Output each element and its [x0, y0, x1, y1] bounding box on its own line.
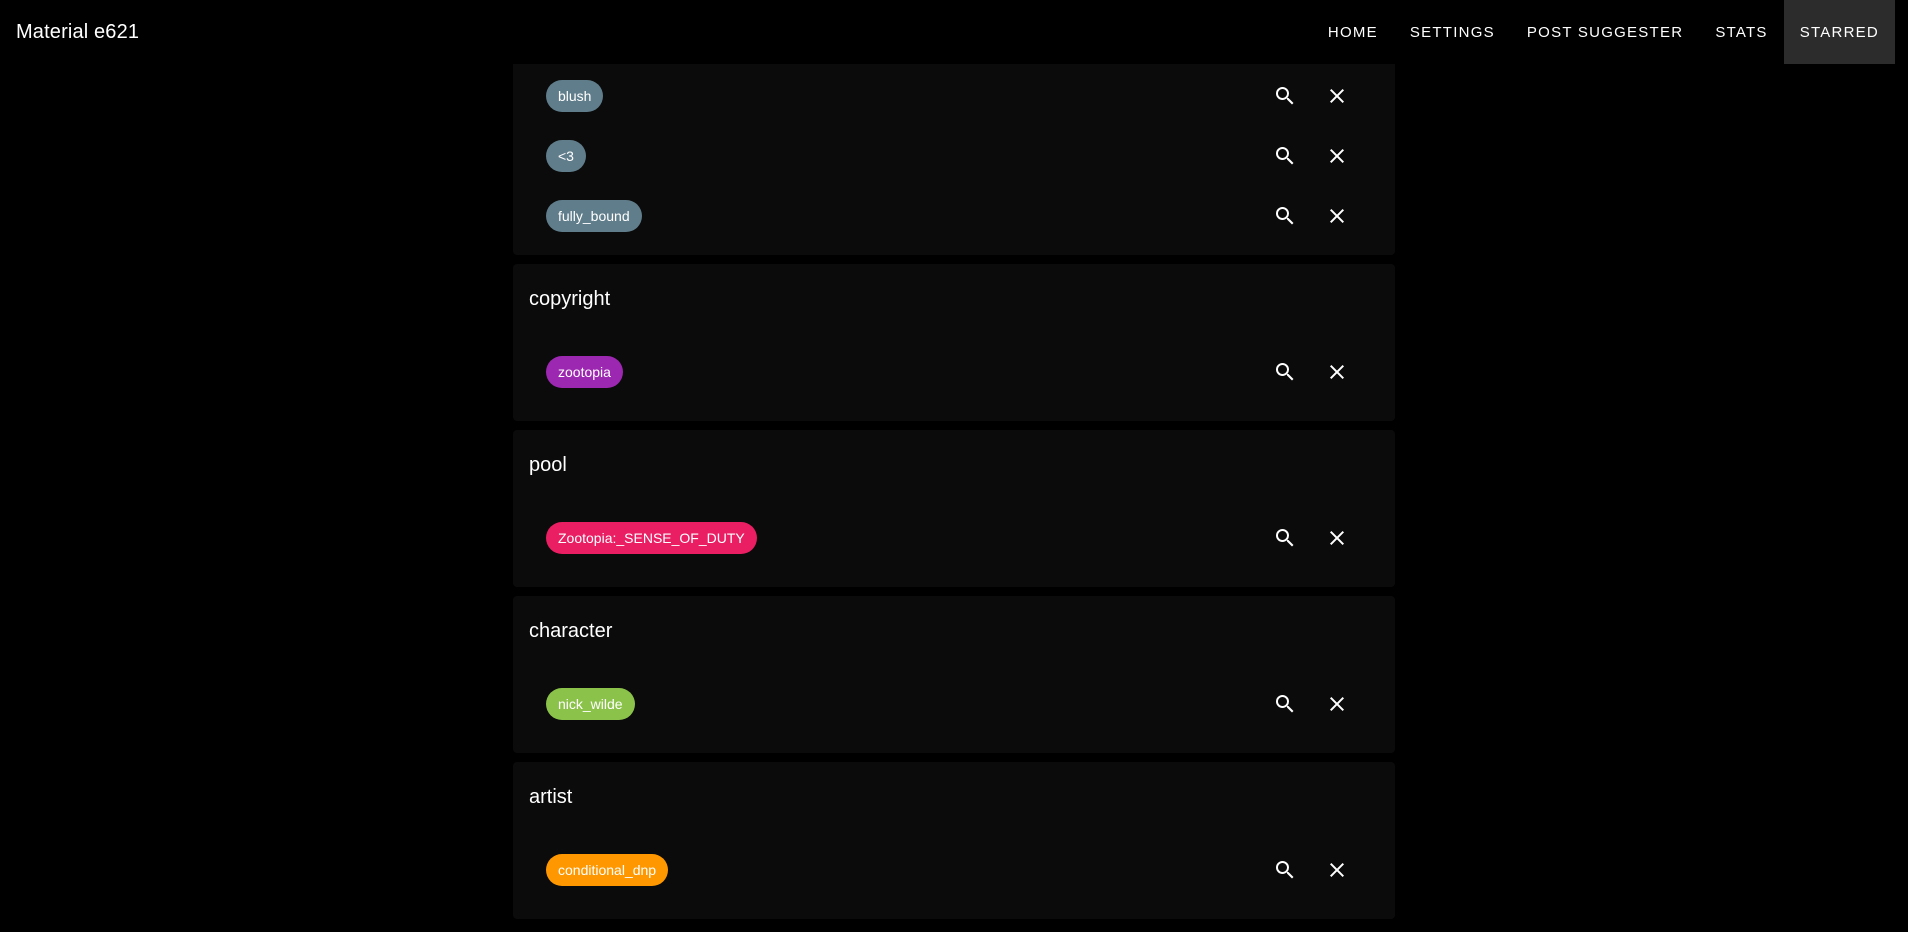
tag-row-zootopia: zootopia [513, 342, 1395, 402]
search-icon [1276, 363, 1294, 381]
tag-row-nick-wilde: nick_wilde [513, 674, 1395, 734]
search-icon [1276, 861, 1294, 879]
close-icon [1330, 531, 1344, 545]
tag-chip-heart[interactable]: <3 [546, 140, 586, 172]
remove-tag-button[interactable] [1313, 132, 1361, 180]
starred-content: blush <3 fully_bound copyright zootopia … [513, 64, 1395, 928]
character-card: character nick_wilde [513, 596, 1395, 753]
search-tag-button[interactable] [1261, 192, 1309, 240]
app-bar: Material e621 HOME SETTINGS POST SUGGEST… [0, 0, 1908, 64]
nav-settings[interactable]: SETTINGS [1394, 0, 1511, 64]
nav-starred[interactable]: STARRED [1783, 0, 1895, 64]
remove-tag-button[interactable] [1313, 192, 1361, 240]
tag-chip-blush[interactable]: blush [546, 80, 604, 112]
tag-chip-fully-bound[interactable]: fully_bound [546, 200, 642, 232]
search-tag-button[interactable] [1261, 348, 1309, 396]
section-title: copyright [529, 288, 611, 310]
remove-tag-button[interactable] [1313, 514, 1361, 562]
search-icon [1276, 147, 1294, 165]
tag-row-heart: <3 [513, 126, 1395, 186]
search-tag-button[interactable] [1261, 846, 1309, 894]
search-tag-button[interactable] [1261, 132, 1309, 180]
close-icon [1330, 89, 1344, 103]
tag-row-conditional-dnp: conditional_dnp [513, 840, 1395, 900]
search-icon [1276, 87, 1294, 105]
search-icon [1276, 529, 1294, 547]
pool-card: pool Zootopia:_SENSE_OF_DUTY [513, 430, 1395, 587]
remove-tag-button[interactable] [1313, 348, 1361, 396]
tag-chip-pool[interactable]: Zootopia:_SENSE_OF_DUTY [546, 522, 757, 554]
top-nav: HOME SETTINGS POST SUGGESTER STATS STARR… [1312, 0, 1895, 64]
remove-tag-button[interactable] [1313, 846, 1361, 894]
section-title: character [529, 620, 613, 642]
tag-row-fully-bound: fully_bound [513, 186, 1395, 246]
copyright-card: copyright zootopia [513, 264, 1395, 421]
nav-post-suggester[interactable]: POST SUGGESTER [1511, 0, 1699, 64]
close-icon [1330, 149, 1344, 163]
search-tag-button[interactable] [1261, 680, 1309, 728]
close-icon [1330, 209, 1344, 223]
tag-chip-nick-wilde[interactable]: nick_wilde [546, 688, 635, 720]
section-title: pool [529, 454, 567, 476]
search-icon [1276, 207, 1294, 225]
general-tags-card: blush <3 fully_bound [513, 64, 1395, 255]
nav-stats[interactable]: STATS [1699, 0, 1783, 64]
search-tag-button[interactable] [1261, 514, 1309, 562]
tag-chip-zootopia[interactable]: zootopia [546, 356, 623, 388]
tag-chip-conditional-dnp[interactable]: conditional_dnp [546, 854, 669, 886]
tag-row-blush: blush [513, 66, 1395, 126]
tag-row-pool: Zootopia:_SENSE_OF_DUTY [513, 508, 1395, 568]
search-tag-button[interactable] [1261, 72, 1309, 120]
search-icon [1276, 695, 1294, 713]
app-title: Material e621 [16, 20, 140, 43]
remove-tag-button[interactable] [1313, 680, 1361, 728]
remove-tag-button[interactable] [1313, 72, 1361, 120]
nav-home[interactable]: HOME [1312, 0, 1394, 64]
close-icon [1330, 863, 1344, 877]
section-title: artist [529, 786, 573, 808]
close-icon [1330, 365, 1344, 379]
close-icon [1330, 697, 1344, 711]
artist-card: artist conditional_dnp [513, 762, 1395, 919]
